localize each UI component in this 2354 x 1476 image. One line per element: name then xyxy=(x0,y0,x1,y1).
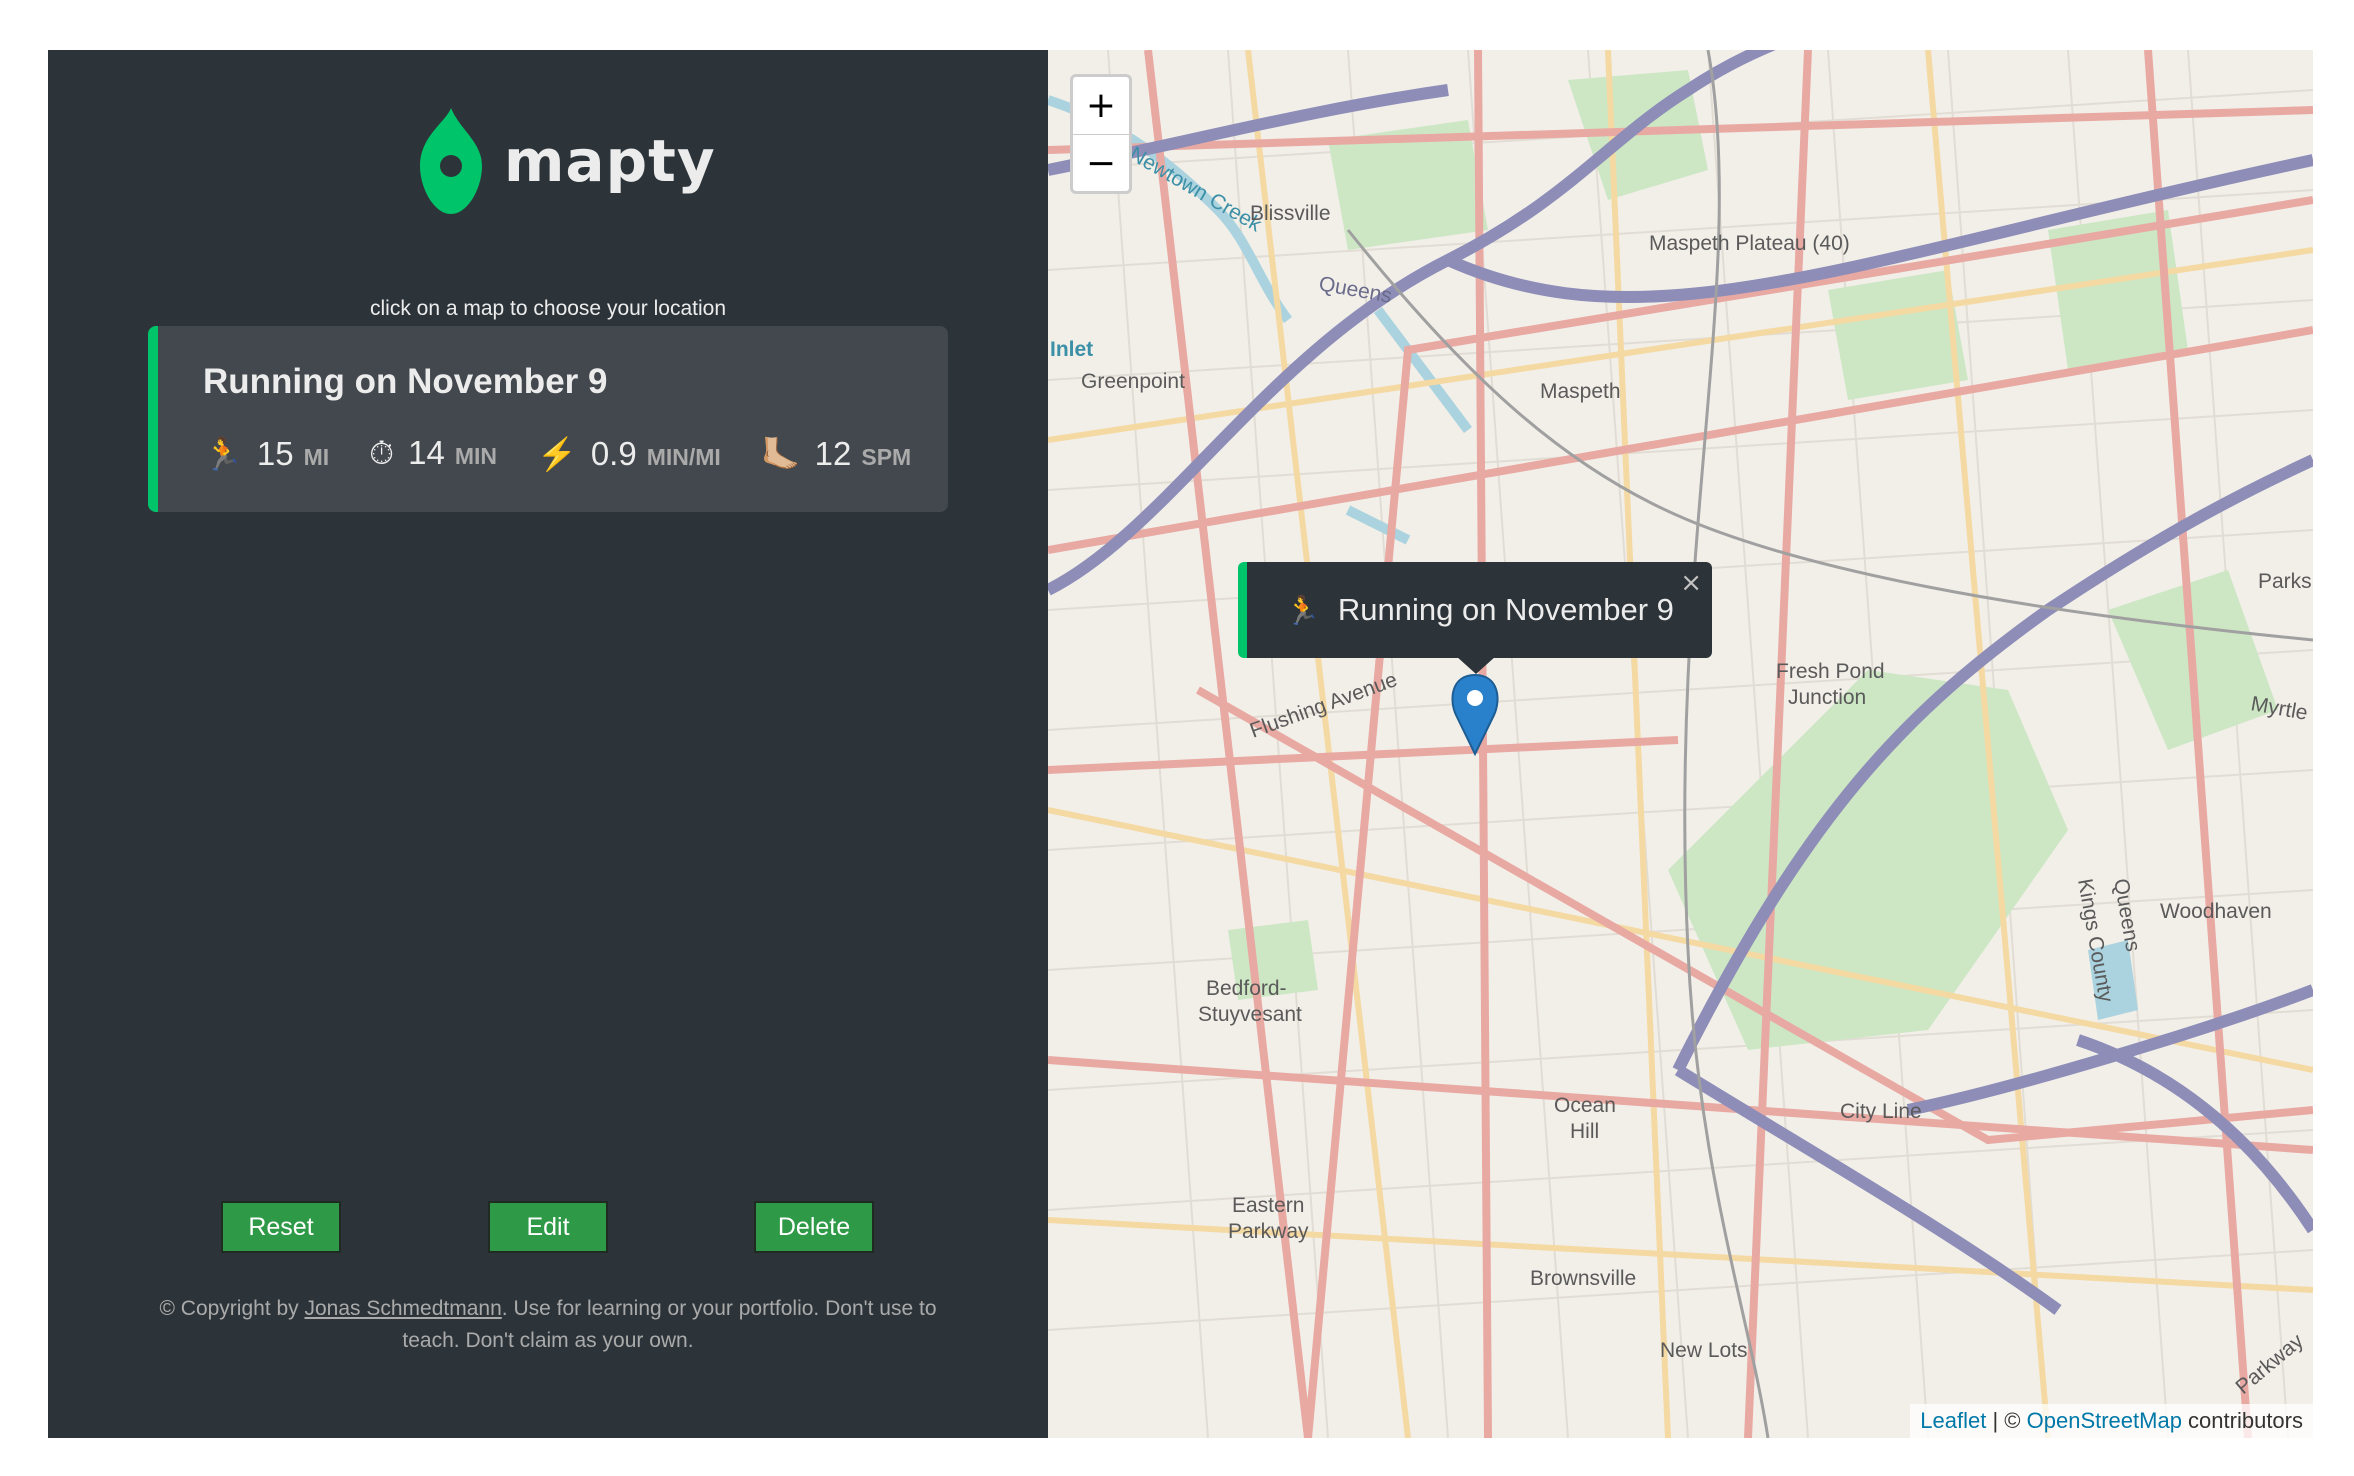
label-fresh-pond-2: Junction xyxy=(1788,686,1866,709)
zoom-control: + − xyxy=(1070,74,1132,194)
cadence-unit: SPM xyxy=(861,443,912,470)
workout-cadence: 🦶🏼 12 SPM xyxy=(761,435,911,473)
zoom-in-button[interactable]: + xyxy=(1073,77,1129,135)
label-bedford-1: Bedford- xyxy=(1206,977,1287,1000)
label-eastern-1: Eastern xyxy=(1232,1194,1304,1217)
duration-unit: MIN xyxy=(454,443,497,469)
footer-prefix: © Copyright by xyxy=(159,1297,305,1320)
delete-button[interactable]: Delete xyxy=(754,1201,874,1253)
zoom-out-button[interactable]: − xyxy=(1073,135,1129,192)
label-new-lots: New Lots xyxy=(1660,1339,1748,1362)
copyright-footer: © Copyright by Jonas Schmedtmann. Use fo… xyxy=(158,1293,938,1357)
workout-popup[interactable]: 🏃 Running on November 9 × xyxy=(1238,562,1712,658)
distance-value: 15 xyxy=(256,434,294,472)
foot-icon: 🦶🏼 xyxy=(760,435,801,472)
label-eastern-2: Parkway xyxy=(1228,1220,1309,1243)
attribution-contributors: contributors xyxy=(2181,1408,2303,1433)
map-hint: click on a map to choose your location xyxy=(369,297,727,320)
label-bedford-2: Stuyvesant xyxy=(1198,1003,1302,1026)
workout-distance: 🏃 15 MI xyxy=(203,435,329,473)
logo: mapty xyxy=(420,108,716,214)
label-city-line: City Line xyxy=(1840,1100,1922,1123)
author-link[interactable]: Jonas Schmedtmann xyxy=(305,1297,502,1320)
popup-tip xyxy=(1456,656,1496,674)
workout-title: Running on November 9 xyxy=(203,362,608,401)
sidebar: mapty click on a map to choose your loca… xyxy=(48,50,1048,1438)
runner-icon: 🏃 xyxy=(203,435,243,472)
edit-button[interactable]: Edit xyxy=(488,1201,608,1253)
runner-icon: 🏃 xyxy=(1285,594,1320,626)
map[interactable]: Newtown Creek Blissville Queens Maspeth … xyxy=(1048,50,2313,1438)
distance-unit: MI xyxy=(303,443,330,470)
label-woodhaven: Woodhaven xyxy=(2160,900,2272,923)
label-ocean-1: Ocean xyxy=(1554,1094,1616,1117)
attribution-sep: | © xyxy=(1986,1408,2027,1433)
popup-text: Running on November 9 xyxy=(1337,592,1674,627)
workout-pace: ⚡️ 0.9 MIN/MI xyxy=(537,435,721,473)
logo-text: mapty xyxy=(504,127,716,195)
label-ocean-2: Hill xyxy=(1570,1120,1599,1143)
workout-card[interactable]: Running on November 9 🏃 15 MI ⏱ 14 MIN ⚡… xyxy=(148,326,948,512)
lightning-icon: ⚡️ xyxy=(536,435,577,472)
label-brownsville: Brownsville xyxy=(1530,1267,1636,1290)
leaflet-link[interactable]: Leaflet xyxy=(1920,1408,1986,1433)
workout-details: 🏃 15 MI ⏱ 14 MIN ⚡️ 0.9 MIN/MI 🦶🏼 12 SPM xyxy=(203,434,951,473)
pace-value: 0.9 xyxy=(590,434,637,472)
cadence-value: 12 xyxy=(814,434,852,472)
reset-button[interactable]: Reset xyxy=(221,1201,341,1253)
label-maspeth-plateau: Maspeth Plateau (40) xyxy=(1649,232,1850,255)
stopwatch-icon: ⏱ xyxy=(369,435,395,471)
workout-duration: ⏱ 14 MIN xyxy=(369,434,497,473)
map-attribution: Leaflet | © OpenStreetMap contributors xyxy=(1910,1404,2313,1438)
label-blissville: Blissville xyxy=(1250,202,1331,225)
pace-unit: MIN/MI xyxy=(646,443,721,470)
label-maspeth: Maspeth xyxy=(1540,380,1621,403)
label-fresh-pond-1: Fresh Pond xyxy=(1776,660,1885,683)
map-pin-logo-icon xyxy=(420,108,482,214)
osm-link[interactable]: OpenStreetMap xyxy=(2027,1408,2182,1433)
duration-value: 14 xyxy=(408,434,445,471)
label-parks: Parks xyxy=(2258,570,2312,593)
popup-close-icon[interactable]: × xyxy=(1680,568,1702,598)
label-inlet: Inlet xyxy=(1050,338,1093,361)
app-container: mapty click on a map to choose your loca… xyxy=(48,50,2313,1438)
label-greenpoint: Greenpoint xyxy=(1081,370,1185,393)
map-tiles[interactable]: Newtown Creek Blissville Queens Maspeth … xyxy=(1048,50,2313,1438)
